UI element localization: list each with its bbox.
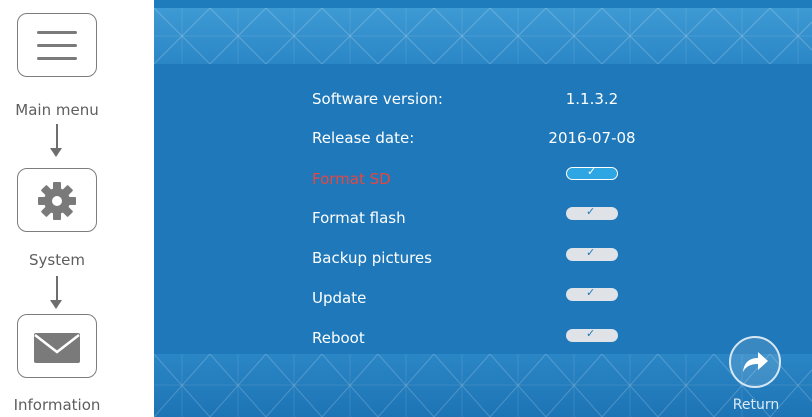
check-icon: ✓ xyxy=(587,165,597,178)
format-sd-label[interactable]: Format SD xyxy=(312,170,391,188)
format-flash-label[interactable]: Format flash xyxy=(312,209,406,227)
check-icon: ✓ xyxy=(586,246,596,259)
nav-label-main-menu: Main menu xyxy=(15,101,99,119)
nav-label-information: Information xyxy=(13,396,101,414)
menu-icon xyxy=(37,31,77,60)
envelope-icon xyxy=(34,333,80,363)
reboot-label[interactable]: Reboot xyxy=(312,329,365,347)
check-icon: ✓ xyxy=(586,327,596,340)
format-sd-toggle[interactable]: ✓ xyxy=(566,165,618,180)
backup-pictures-toggle[interactable]: ✓ xyxy=(566,246,618,261)
update-toggle[interactable]: ✓ xyxy=(566,286,618,301)
nav-step-main-menu[interactable] xyxy=(17,13,97,77)
check-icon: ✓ xyxy=(586,286,596,299)
return-button[interactable] xyxy=(729,336,781,388)
gear-icon xyxy=(38,182,76,220)
return-arrow-icon xyxy=(743,352,768,372)
reboot-toggle[interactable]: ✓ xyxy=(566,327,618,342)
content-area: Software version: 1.1.3.2 Release date: … xyxy=(154,64,812,354)
release-date-value: 2016-07-08 xyxy=(548,129,636,147)
backup-pictures-label[interactable]: Backup pictures xyxy=(312,249,432,267)
software-version-label: Software version: xyxy=(312,90,443,108)
nav-step-information[interactable] xyxy=(17,314,97,378)
return-label[interactable]: Return xyxy=(726,397,786,413)
settings-panel: Software version: 1.1.3.2 Release date: … xyxy=(154,0,812,417)
software-version-value: 1.1.3.2 xyxy=(565,90,619,108)
check-icon: ✓ xyxy=(586,205,596,218)
nav-label-system: System xyxy=(29,251,85,269)
nav-step-system[interactable] xyxy=(17,168,97,232)
update-label[interactable]: Update xyxy=(312,289,366,307)
bottom-pattern-band xyxy=(154,354,812,417)
release-date-label: Release date: xyxy=(312,129,415,147)
top-pattern-band xyxy=(154,8,812,64)
format-flash-toggle[interactable]: ✓ xyxy=(566,205,618,220)
